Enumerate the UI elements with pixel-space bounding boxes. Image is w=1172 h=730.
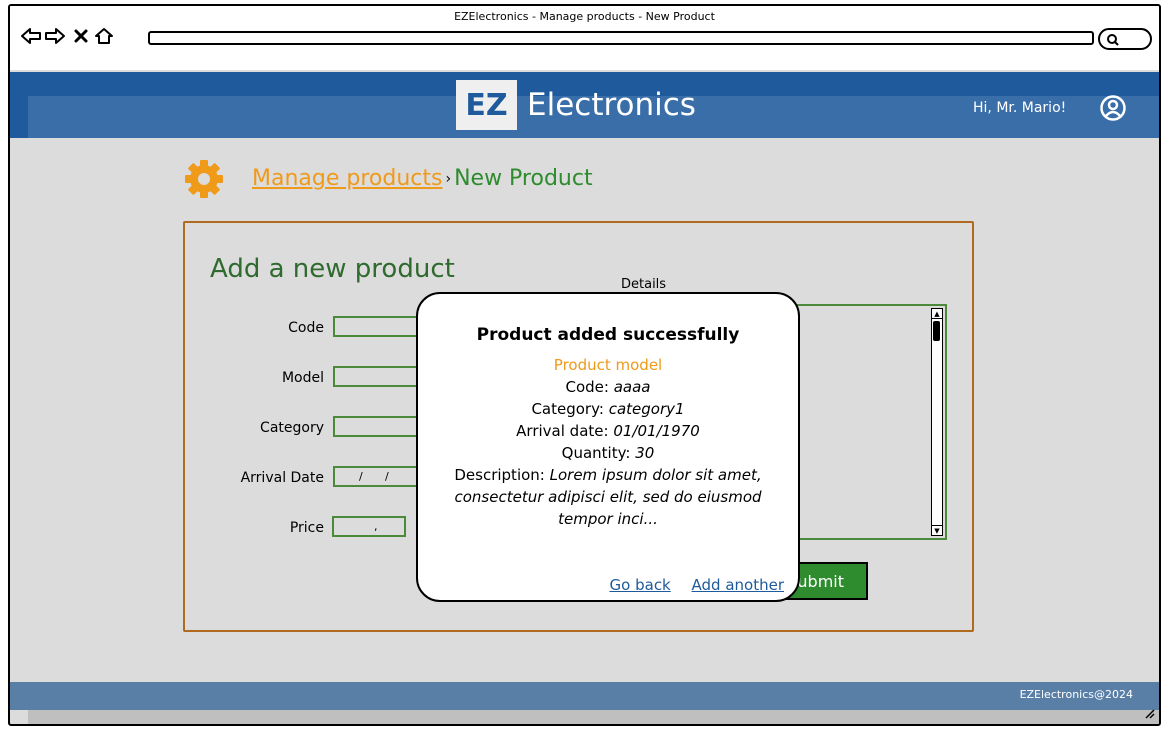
breadcrumb-manage-products[interactable]: Manage products (252, 166, 442, 191)
search-icon (1107, 34, 1119, 46)
category-label: Category (260, 420, 324, 436)
model-label: Model (281, 370, 324, 386)
modal-actions: Go back Add another (594, 576, 784, 594)
success-modal: Product added successfully Product model… (416, 292, 800, 602)
modal-title: Product added successfully (476, 325, 740, 345)
breadcrumb-separator: › (445, 170, 452, 187)
price-field[interactable]: , (332, 516, 406, 537)
logo[interactable]: EZ Electronics (456, 80, 696, 130)
go-back-link[interactable]: Go back (610, 576, 671, 594)
model-field[interactable] (333, 366, 423, 387)
resize-grip-icon[interactable] (1143, 707, 1155, 722)
add-another-link[interactable]: Add another (692, 576, 784, 594)
details-label: Details (621, 277, 667, 292)
price-label: Price (289, 520, 324, 536)
scroll-down-icon[interactable]: ▼ (932, 525, 942, 535)
arrival-date-field[interactable]: / / (333, 466, 423, 487)
arrival-value: 01/01/1970 (613, 422, 700, 440)
code-label: Code (288, 320, 324, 336)
back-icon[interactable] (20, 24, 42, 48)
category-row: Category: category1 (432, 398, 784, 420)
user-account-icon[interactable] (1099, 94, 1127, 126)
form-title: Add a new product (210, 254, 455, 284)
date-separator: / (359, 470, 363, 483)
category-select[interactable] (333, 416, 423, 437)
details-scrollbar[interactable]: ▲ ▼ (931, 308, 943, 536)
arrival-row-label: Arrival date: (516, 422, 609, 440)
logo-text: Electronics (527, 87, 696, 123)
quantity-row: Quantity: 30 (432, 442, 784, 464)
description-row-label: Description: (454, 466, 545, 484)
window-title: EZElectronics - Manage products - New Pr… (454, 10, 715, 23)
browser-chrome: EZElectronics - Manage products - New Pr… (10, 6, 1159, 70)
close-icon[interactable] (72, 24, 90, 48)
footer-copyright: EZElectronics@2024 (1019, 688, 1133, 701)
date-separator: / (385, 470, 389, 483)
quantity-row-label: Quantity: (561, 444, 631, 462)
category-value: category1 (608, 400, 685, 418)
scroll-up-icon[interactable]: ▲ (932, 309, 942, 319)
arrival-row: Arrival date: 01/01/1970 (432, 420, 784, 442)
footer: EZElectronics@2024 (10, 682, 1159, 710)
browser-window: EZElectronics - Manage products - New Pr… (8, 4, 1161, 726)
price-decimal-separator: , (374, 520, 378, 533)
browser-search[interactable] (1098, 28, 1152, 50)
logo-mark: EZ (456, 80, 517, 130)
user-greeting: Hi, Mr. Mario! (973, 100, 1067, 116)
category-row-label: Category: (531, 400, 604, 418)
code-row-label: Code: (565, 378, 609, 396)
product-model: Product model (553, 356, 663, 374)
code-field[interactable] (333, 316, 423, 337)
quantity-value: 30 (635, 444, 655, 462)
code-value: aaaa (613, 378, 651, 396)
home-icon[interactable] (94, 24, 114, 48)
forward-icon[interactable] (44, 24, 66, 48)
arrival-date-label: Arrival Date (240, 470, 324, 486)
description-row: Description: Lorem ipsum dolor sit amet,… (432, 464, 784, 530)
scroll-thumb[interactable] (933, 321, 940, 341)
breadcrumb-current: New Product (454, 166, 593, 191)
code-row: Code: aaaa (432, 376, 784, 398)
gear-icon (183, 158, 225, 204)
footer-underlay (28, 710, 1159, 724)
breadcrumb: Manage products › New Product (252, 166, 593, 191)
address-bar[interactable] (148, 31, 1094, 45)
modal-body: Product model Code: aaaa Category: categ… (432, 354, 784, 530)
